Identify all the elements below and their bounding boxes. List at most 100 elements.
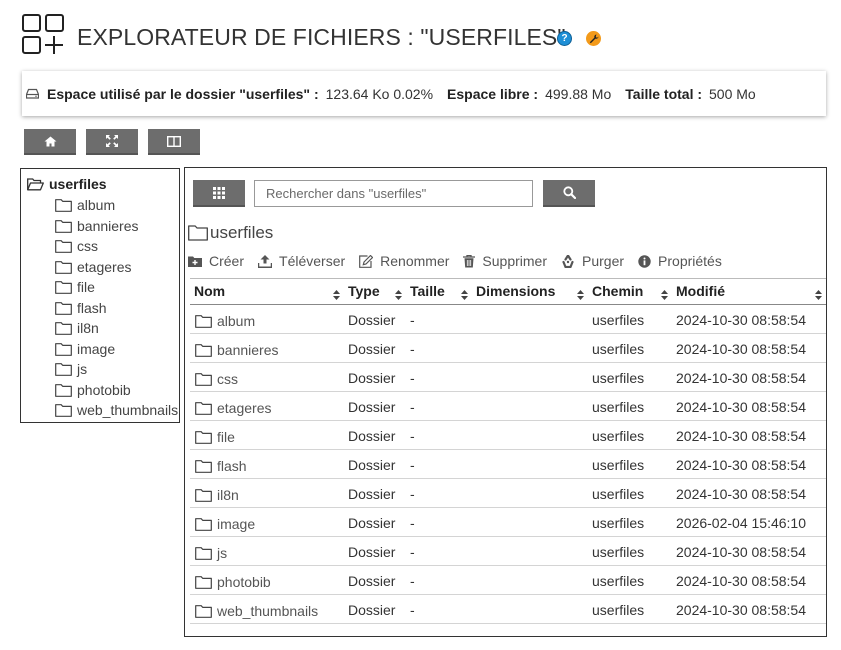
cell-path: userfiles bbox=[588, 420, 672, 450]
table-row[interactable]: file Dossier - userfiles 2024-10-30 08:58:54 bbox=[190, 420, 826, 450]
table-row[interactable]: web_thumbnails Dossier - userfiles 2024-10-3… bbox=[190, 594, 826, 624]
file-name: js bbox=[217, 545, 228, 561]
cell-name[interactable]: bannieres bbox=[190, 333, 344, 363]
cell-path: userfiles bbox=[588, 304, 672, 334]
action-toolbar: Créer Téléverser Renommer Supprimer Purg… bbox=[188, 253, 736, 269]
tree-item-label: css bbox=[77, 238, 98, 254]
search-input[interactable] bbox=[254, 180, 533, 207]
cell-name[interactable]: css bbox=[190, 362, 344, 392]
column-header-modified[interactable]: Modifié bbox=[672, 278, 826, 305]
total-size-value: 500 Mo bbox=[709, 85, 756, 102]
create-button[interactable]: Créer bbox=[188, 253, 244, 269]
cell-name[interactable]: album bbox=[190, 304, 344, 334]
cell-path: userfiles bbox=[588, 333, 672, 363]
tree-root-label: userfiles bbox=[49, 176, 107, 192]
table-row[interactable]: css Dossier - userfiles 2024-10-30 08:58:54 bbox=[190, 362, 826, 392]
file-dimensions bbox=[472, 305, 588, 312]
tree-item-label: album bbox=[77, 197, 116, 213]
delete-button[interactable]: Supprimer bbox=[463, 253, 547, 269]
cell-size: - bbox=[406, 536, 472, 566]
tree-item[interactable]: css bbox=[55, 238, 98, 254]
column-header-label: Taille bbox=[410, 283, 445, 299]
file-path: userfiles bbox=[592, 370, 645, 386]
file-browser-panel: userfiles Créer Téléverser Renommer Supp… bbox=[184, 167, 827, 637]
cell-name[interactable]: flash bbox=[190, 449, 344, 479]
file-modified: 2024-10-30 08:58:54 bbox=[676, 399, 806, 415]
properties-button[interactable]: Propriétés bbox=[638, 253, 722, 269]
fullscreen-button[interactable] bbox=[86, 129, 138, 155]
folder-icon bbox=[55, 404, 72, 417]
file-size: - bbox=[410, 602, 415, 618]
folder-icon bbox=[195, 576, 212, 589]
home-button[interactable] bbox=[24, 129, 76, 155]
cell-name[interactable]: etageres bbox=[190, 391, 344, 421]
cell-path: userfiles bbox=[588, 449, 672, 479]
tree-item[interactable]: photobib bbox=[55, 382, 131, 398]
file-dimensions bbox=[472, 537, 588, 544]
search-button[interactable] bbox=[543, 180, 595, 207]
file-size: - bbox=[410, 399, 415, 415]
cell-name[interactable]: il8n bbox=[190, 478, 344, 508]
tree-item[interactable]: js bbox=[55, 361, 87, 377]
file-size: - bbox=[410, 544, 415, 560]
table-row[interactable]: js Dossier - userfiles 2024-10-30 08:58:54 bbox=[190, 536, 826, 566]
file-size: - bbox=[410, 573, 415, 589]
table-row[interactable]: etageres Dossier - userfiles 2024-10-30 08:5… bbox=[190, 391, 826, 421]
cell-name[interactable]: photobib bbox=[190, 565, 344, 595]
sort-icon bbox=[577, 287, 584, 303]
cell-dimensions bbox=[472, 565, 588, 595]
upload-button[interactable]: Téléverser bbox=[258, 253, 345, 269]
cell-name[interactable]: web_thumbnails bbox=[190, 594, 344, 624]
tree-item[interactable]: image bbox=[55, 341, 115, 357]
rename-button[interactable]: Renommer bbox=[359, 253, 449, 269]
cell-type: Dossier bbox=[344, 391, 406, 421]
cell-name[interactable]: file bbox=[190, 420, 344, 450]
purge-button[interactable]: Purger bbox=[561, 253, 624, 269]
column-header-type[interactable]: Type bbox=[344, 278, 406, 305]
tree-item-label: js bbox=[77, 361, 88, 377]
cell-dimensions bbox=[472, 304, 588, 334]
tree-item[interactable]: il8n bbox=[55, 320, 99, 336]
tree-item[interactable]: bannieres bbox=[55, 218, 139, 234]
cell-path: userfiles bbox=[588, 362, 672, 392]
page-title: EXPLORATEUR DE FICHIERS : "USERFILES" bbox=[77, 24, 566, 50]
cell-modified: 2024-10-30 08:58:54 bbox=[672, 420, 826, 450]
cell-name[interactable]: image bbox=[190, 507, 344, 537]
table-row[interactable]: photobib Dossier - userfiles 2024-10-30 08:5… bbox=[190, 565, 826, 595]
tree-item-label: il8n bbox=[77, 320, 99, 336]
table-header-row: Nom Type Taille Dimensions Chemin Modifi… bbox=[190, 278, 826, 305]
tree-root[interactable]: userfiles bbox=[27, 176, 107, 192]
column-header-path[interactable]: Chemin bbox=[588, 278, 672, 305]
column-header-label: Nom bbox=[194, 283, 226, 299]
tree-item[interactable]: web_thumbnails bbox=[55, 402, 178, 418]
column-header-name[interactable]: Nom bbox=[190, 278, 344, 305]
rename-label: Renommer bbox=[380, 253, 450, 269]
tree-item[interactable]: album bbox=[55, 197, 115, 213]
cell-dimensions bbox=[472, 420, 588, 450]
cell-modified: 2024-10-30 08:58:54 bbox=[672, 449, 826, 479]
wrench-icon[interactable] bbox=[586, 31, 601, 46]
tree-item[interactable]: file bbox=[55, 279, 95, 295]
question-circle-icon[interactable]: ? bbox=[557, 31, 572, 46]
sort-icon bbox=[661, 287, 668, 303]
tree-item[interactable]: etageres bbox=[55, 259, 131, 275]
file-type: Dossier bbox=[348, 341, 396, 357]
cell-name[interactable]: js bbox=[190, 536, 344, 566]
table-row[interactable]: il8n Dossier - userfiles 2024-10-30 08:58:54 bbox=[190, 478, 826, 508]
cell-modified: 2024-10-30 08:58:54 bbox=[672, 594, 826, 624]
cell-size: - bbox=[406, 507, 472, 537]
column-header-size[interactable]: Taille bbox=[406, 278, 472, 305]
cell-dimensions bbox=[472, 536, 588, 566]
file-type: Dossier bbox=[348, 428, 396, 444]
toggle-panel-button[interactable] bbox=[148, 129, 200, 155]
table-row[interactable]: flash Dossier - userfiles 2024-10-30 08:58:5… bbox=[190, 449, 826, 479]
column-header-dimensions[interactable]: Dimensions bbox=[472, 278, 588, 305]
table-row[interactable]: bannieres Dossier - userfiles 2024-10-30 08:… bbox=[190, 333, 826, 363]
file-size: - bbox=[410, 486, 415, 502]
file-modified: 2024-10-30 08:58:54 bbox=[676, 486, 806, 502]
tree-item[interactable]: flash bbox=[55, 300, 107, 316]
table-row[interactable]: album Dossier - userfiles 2024-10-30 08:58:5… bbox=[190, 304, 826, 334]
table-row[interactable]: image Dossier - userfiles 2026-02-04 15:46:1… bbox=[190, 507, 826, 537]
grid-view-button[interactable] bbox=[193, 180, 245, 207]
cell-modified: 2024-10-30 08:58:54 bbox=[672, 478, 826, 508]
